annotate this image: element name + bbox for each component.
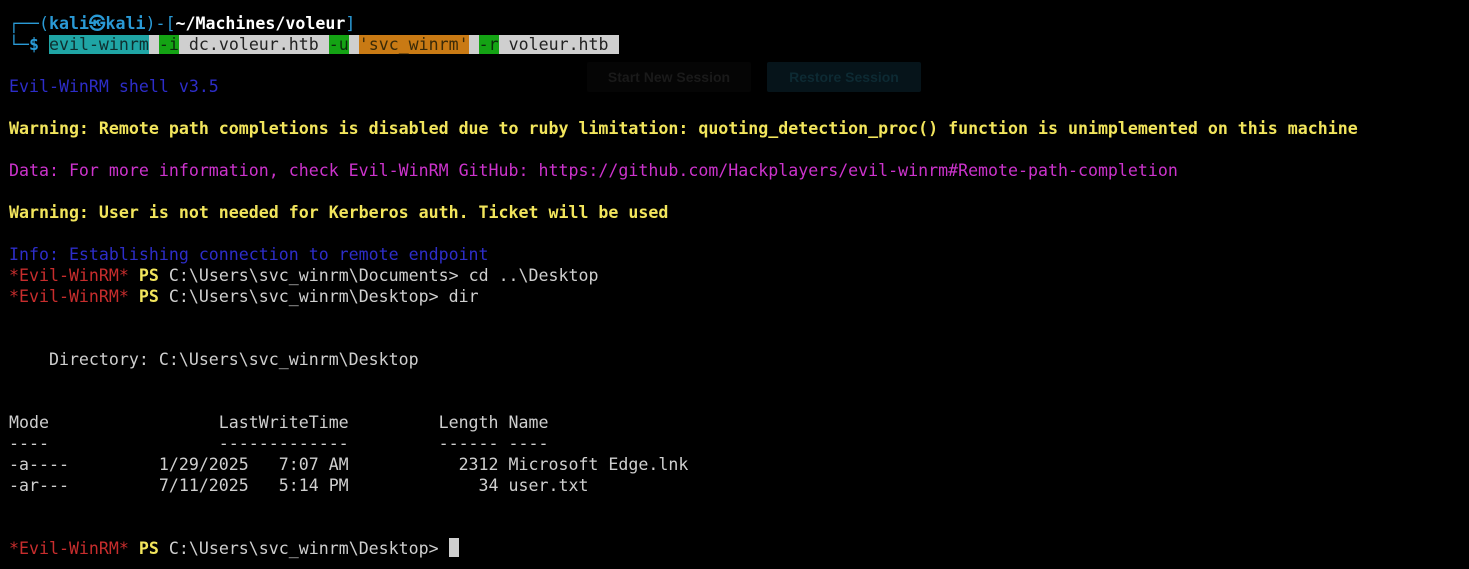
warning-kerberos-line: Warning: User is not needed for Kerberos…: [9, 203, 669, 222]
prompt-user-host: kali㉿kali: [48, 14, 146, 33]
listing-row: -ar--- 7/11/2025 5:14 PM 34 user.txt: [9, 476, 589, 495]
ps-path: C:\Users\svc_winrm\Desktop>: [168, 287, 439, 306]
evil-winrm-tag: *Evil-WinRM*: [9, 287, 129, 306]
command-arg-host: dc.voleur.htb: [188, 35, 319, 54]
prompt-frame: ┌──(: [9, 14, 49, 33]
evil-winrm-tag: *Evil-WinRM*: [9, 266, 129, 285]
prompt-frame: )-[: [145, 14, 176, 33]
ps-prompt-line: *Evil-WinRM* PS C:\Users\svc_winrm\Docum…: [9, 265, 598, 286]
shell-version-line: Evil-WinRM shell v3.5: [9, 77, 219, 96]
prompt-dollar: $: [28, 35, 39, 54]
ps-label: PS: [138, 287, 159, 306]
data-info-line: Data: For more information, check Evil-W…: [9, 161, 1178, 180]
prompt-frame: ]: [345, 14, 356, 33]
restore-session-button[interactable]: Restore Session: [767, 62, 921, 92]
text-cursor[interactable]: [448, 538, 459, 557]
ps-command: cd ..\Desktop: [468, 266, 599, 285]
command-arg-user: 'svc_winrm': [358, 35, 469, 54]
listing-header: Mode LastWriteTime Length Name: [9, 413, 549, 432]
command-flag-r: -r: [478, 35, 499, 54]
listing-separator: ---- ------------- ------ ----: [9, 434, 549, 453]
warning-completion-line: Warning: Remote path completions is disa…: [9, 119, 1358, 138]
prompt-header-line: ┌──(kali㉿kali)-[~/Machines/voleur]: [9, 13, 355, 34]
command-flag-i: -i: [158, 35, 179, 54]
ps-path: C:\Users\svc_winrm\Desktop>: [168, 539, 439, 558]
evil-winrm-tag: *Evil-WinRM*: [9, 539, 129, 558]
ps-label: PS: [138, 266, 159, 285]
start-new-session-button[interactable]: Start New Session: [587, 62, 751, 92]
ps-prompt-line: *Evil-WinRM* PS C:\Users\svc_winrm\Deskt…: [9, 286, 479, 307]
prompt-path: ~/Machines/voleur: [175, 14, 346, 33]
command-line[interactable]: └─$ evil-winrm -i dc.voleur.htb -u 'svc_…: [9, 34, 619, 55]
info-connect-line: Info: Establishing connection to remote …: [9, 245, 489, 264]
ps-command: dir: [448, 287, 479, 306]
active-ps-prompt-line[interactable]: *Evil-WinRM* PS C:\Users\svc_winrm\Deskt…: [9, 538, 459, 559]
ps-label: PS: [138, 539, 159, 558]
ps-path: C:\Users\svc_winrm\Documents>: [168, 266, 459, 285]
command-arg-realm: voleur.htb: [508, 35, 609, 54]
listing-row: -a---- 1/29/2025 7:07 AM 2312 Microsoft …: [9, 455, 689, 474]
prompt-frame: └─: [9, 35, 29, 54]
command-name: evil-winrm: [48, 35, 149, 54]
command-flag-u: -u: [328, 35, 349, 54]
terminal-window[interactable]: Start New Session Restore Session ┌──(ka…: [0, 0, 1469, 569]
directory-heading: Directory: C:\Users\svc_winrm\Desktop: [9, 350, 419, 369]
